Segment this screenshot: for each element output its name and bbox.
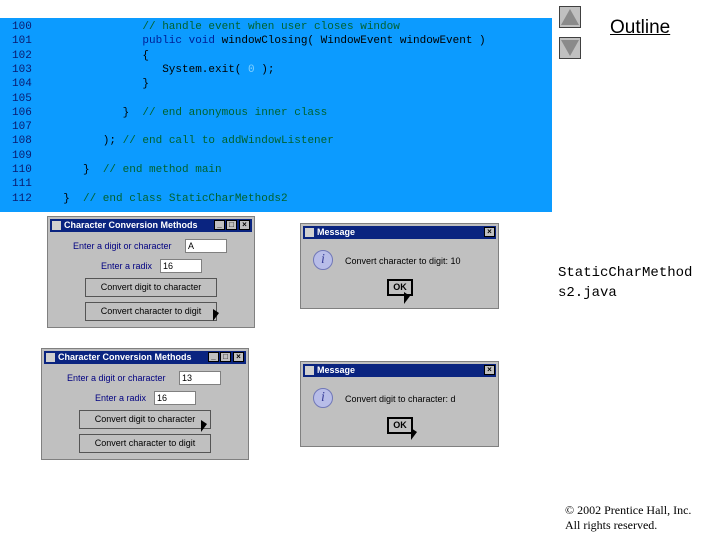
java-cup-icon: [305, 228, 314, 237]
close-button[interactable]: ×: [239, 220, 250, 230]
line-number: 110: [12, 164, 32, 176]
line-number: 104: [12, 78, 32, 91]
java-cup-icon: [52, 221, 61, 230]
java-cup-icon: [305, 366, 314, 375]
maximize-button[interactable]: □: [226, 220, 237, 230]
code-token: }: [63, 192, 83, 205]
window-title: Character Conversion Methods: [58, 352, 192, 362]
close-button[interactable]: ×: [233, 352, 244, 362]
code-comment: // end anonymous inner class: [142, 106, 328, 119]
code-token: System.exit(: [162, 63, 249, 76]
file-name-label: StaticCharMethod s2.java: [558, 265, 693, 301]
mouse-pointer-icon: [201, 420, 207, 432]
previous-slide-button[interactable]: [559, 6, 581, 28]
close-button[interactable]: ×: [484, 227, 495, 237]
digit-label: Enter a digit or character: [67, 373, 166, 383]
line-number: 108: [12, 135, 32, 148]
line-number: 100: [12, 21, 32, 33]
line-number: 102: [12, 49, 32, 62]
information-icon: i: [313, 388, 333, 408]
outline-link[interactable]: Outline: [610, 17, 670, 39]
app-window-1: Character Conversion Methods _ □ × Enter…: [47, 216, 255, 328]
code-text: } // end method main: [83, 163, 222, 177]
line-number: 103: [12, 63, 32, 76]
radix-input[interactable]: 16: [160, 259, 202, 273]
window-title-bar[interactable]: Message: [303, 364, 496, 377]
digit-input[interactable]: 13: [179, 371, 221, 385]
convert-character-to-digit-button[interactable]: Convert character to digit: [79, 434, 211, 453]
minimize-button[interactable]: _: [214, 220, 225, 230]
code-keyword: public void: [142, 35, 222, 48]
window-title: Message: [317, 365, 356, 375]
line-number: 106: [12, 106, 32, 119]
code-text: public void windowClosing( WindowEvent w…: [142, 34, 485, 48]
next-slide-button[interactable]: [559, 37, 581, 59]
code-text: System.exit( 0 );: [162, 63, 274, 77]
code-token: );: [102, 135, 123, 148]
copyright-notice: © 2002 Prentice Hall, Inc. All rights re…: [565, 503, 692, 532]
maximize-button[interactable]: □: [220, 352, 231, 362]
code-text: ); // end call to addWindowListener: [103, 134, 334, 148]
mouse-pointer-icon: [213, 309, 219, 321]
line-number: 101: [12, 35, 32, 48]
line-number: 112: [12, 192, 32, 205]
code-listing: 100 // handle event when user closes wind…: [0, 18, 552, 212]
mouse-pointer-icon: [404, 292, 410, 304]
app-window-2: Character Conversion Methods _ □ × Enter…: [41, 348, 249, 460]
line-number: 105: [12, 92, 32, 105]
code-token: }: [83, 164, 103, 176]
code-text: } // end class StaticCharMethods2: [63, 192, 287, 206]
minimize-button[interactable]: _: [208, 352, 219, 362]
convert-digit-to-character-button[interactable]: Convert digit to character: [79, 410, 211, 429]
radix-label: Enter a radix: [101, 261, 153, 271]
code-text: } // end anonymous inner class: [123, 106, 328, 120]
ok-button[interactable]: OK: [387, 417, 413, 434]
code-token: }: [122, 106, 143, 119]
code-text: {: [142, 49, 149, 63]
triangle-down-icon: [561, 40, 579, 56]
digit-input[interactable]: A: [185, 239, 227, 253]
code-comment: // end method main: [102, 164, 222, 176]
message-window-1: Message × i Convert character to digit: …: [300, 223, 499, 309]
java-cup-icon: [46, 353, 55, 362]
message-window-2: Message × i Convert digit to character: …: [300, 361, 499, 447]
code-comment: // handle event when user closes window: [142, 21, 400, 33]
convert-character-to-digit-button[interactable]: Convert character to digit: [85, 302, 217, 321]
code-token: }: [142, 78, 149, 91]
close-button[interactable]: ×: [484, 365, 495, 375]
mouse-pointer-icon: [411, 428, 417, 440]
line-number: 111: [12, 178, 32, 191]
radix-label: Enter a radix: [95, 393, 147, 403]
convert-digit-to-character-button[interactable]: Convert digit to character: [85, 278, 217, 297]
code-token: {: [142, 49, 149, 62]
code-comment: // end class StaticCharMethods2: [83, 192, 288, 205]
triangle-up-icon: [561, 9, 579, 25]
line-number: 107: [12, 121, 32, 134]
radix-input[interactable]: 16: [154, 391, 196, 405]
window-title-bar[interactable]: Message: [303, 226, 496, 239]
code-text: }: [142, 77, 149, 91]
code-number: 0: [248, 63, 255, 76]
information-icon: i: [313, 250, 333, 270]
window-title: Character Conversion Methods: [64, 220, 198, 230]
window-title: Message: [317, 227, 356, 237]
line-number: 109: [12, 149, 32, 162]
message-text: Convert character to digit: 10: [345, 256, 461, 266]
code-text: // handle event when user closes window: [142, 20, 399, 34]
code-token: );: [254, 63, 275, 76]
code-token: windowClosing( WindowEvent windowEvent ): [221, 35, 486, 48]
code-comment: // end call to addWindowListener: [122, 135, 334, 148]
digit-label: Enter a digit or character: [73, 241, 172, 251]
message-text: Convert digit to character: d: [345, 394, 456, 404]
